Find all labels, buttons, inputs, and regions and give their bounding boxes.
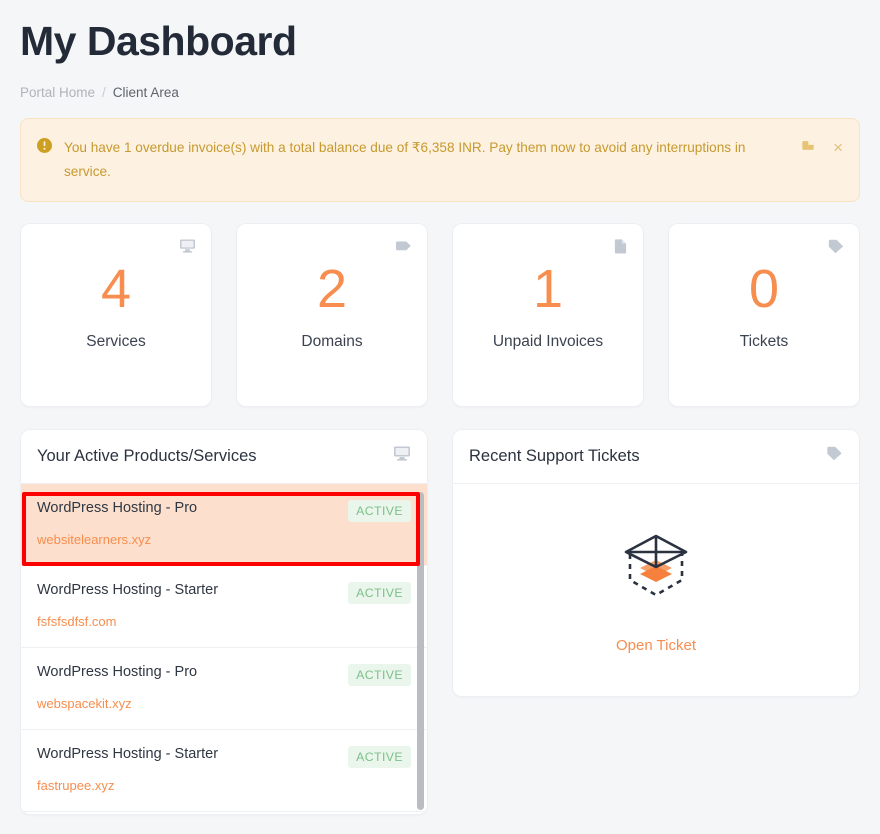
alert-actions: × <box>801 138 843 157</box>
service-domain-link[interactable]: websitelearners.xyz <box>37 532 411 547</box>
monitor-icon <box>393 446 411 466</box>
tickets-empty-state: Open Ticket <box>453 484 859 696</box>
stat-label: Services <box>86 333 146 351</box>
panels-row: Your Active Products/Services WordPress … <box>20 428 860 815</box>
exclamation-circle-icon <box>37 138 52 158</box>
service-name: WordPress Hosting - Starter <box>37 745 219 762</box>
status-badge: ACTIVE <box>348 581 411 604</box>
table-row[interactable]: WordPress Hosting - Pro ACTIVE webspacek… <box>21 648 427 730</box>
stat-card-tickets[interactable]: 0 Tickets <box>668 222 860 407</box>
service-name: WordPress Hosting - Pro <box>37 663 198 680</box>
services-list-scrollbar[interactable] <box>417 491 424 810</box>
active-services-panel: Your Active Products/Services WordPress … <box>20 428 428 815</box>
stat-value: 1 <box>532 259 564 320</box>
stat-card-unpaid-invoices[interactable]: 1 Unpaid Invoices <box>452 222 644 407</box>
status-badge: ACTIVE <box>348 663 411 686</box>
overdue-invoice-alert: You have 1 overdue invoice(s) with a tot… <box>20 118 860 202</box>
service-name: WordPress Hosting - Starter <box>37 581 219 598</box>
breadcrumb-portal-home[interactable]: Portal Home <box>20 85 95 100</box>
dashboard-page: My Dashboard Portal Home / Client Area Y… <box>0 0 880 834</box>
status-badge: ACTIVE <box>348 745 411 768</box>
service-name: WordPress Hosting - Pro <box>37 499 198 516</box>
ticket-icon <box>827 239 844 259</box>
tag-icon <box>825 446 843 466</box>
service-domain-link[interactable]: webspacekit.xyz <box>37 696 411 711</box>
tag-icon <box>395 239 412 258</box>
stat-card-services[interactable]: 4 Services <box>20 222 212 407</box>
stat-card-domains[interactable]: 2 Domains <box>236 222 428 407</box>
breadcrumb-client-area: Client Area <box>112 85 179 101</box>
stat-label: Unpaid Invoices <box>492 333 604 351</box>
status-badge: ACTIVE <box>348 499 411 522</box>
panel-header: Recent Support Tickets <box>453 430 859 484</box>
services-list-wrapper: WordPress Hosting - Pro ACTIVE websitele… <box>21 483 427 814</box>
right-column: Recent Support Tickets Open Ticket <box>452 428 860 815</box>
breadcrumb: Portal Home / Client Area <box>20 85 860 100</box>
close-icon[interactable]: × <box>833 139 843 156</box>
services-list[interactable]: WordPress Hosting - Pro ACTIVE websitele… <box>21 483 427 814</box>
breadcrumb-separator: / <box>102 85 106 101</box>
bottom-left-spacer <box>20 815 428 834</box>
panel-title: Recent Support Tickets <box>469 446 640 465</box>
stat-cards: 4 Services 2 Domains 1 Unpaid Invoices 0… <box>20 222 860 407</box>
table-row[interactable]: WordPress Hosting - Starter ACTIVE fsfsf… <box>21 566 427 648</box>
open-ticket-link[interactable]: Open Ticket <box>616 637 696 654</box>
panel-title: Your Active Products/Services <box>37 446 257 465</box>
stat-value: 4 <box>100 259 132 320</box>
recent-support-tickets-panel: Recent Support Tickets Open Ticket <box>452 428 860 697</box>
wallet-icon[interactable] <box>801 138 815 157</box>
alert-message: You have 1 overdue invoice(s) with a tot… <box>64 140 746 179</box>
table-row[interactable]: WordPress Hosting - Pro ACTIVE websitele… <box>21 483 427 566</box>
monitor-icon <box>179 239 196 258</box>
stat-value: 2 <box>316 259 348 320</box>
bottom-row: Register a New Domain <box>20 815 860 834</box>
stat-value: 0 <box>748 259 780 320</box>
page-title: My Dashboard <box>20 18 297 64</box>
service-domain-link[interactable]: fsfsfsdfsf.com <box>37 614 411 629</box>
document-icon <box>613 239 628 259</box>
table-row[interactable]: WordPress Hosting - Starter ACTIVE fastr… <box>21 730 427 812</box>
stat-label: Domains <box>301 333 363 351</box>
service-domain-link[interactable]: fastrupee.xyz <box>37 778 411 793</box>
panel-header: Your Active Products/Services <box>21 430 427 484</box>
open-box-icon <box>620 532 692 607</box>
stat-label: Tickets <box>739 333 789 351</box>
